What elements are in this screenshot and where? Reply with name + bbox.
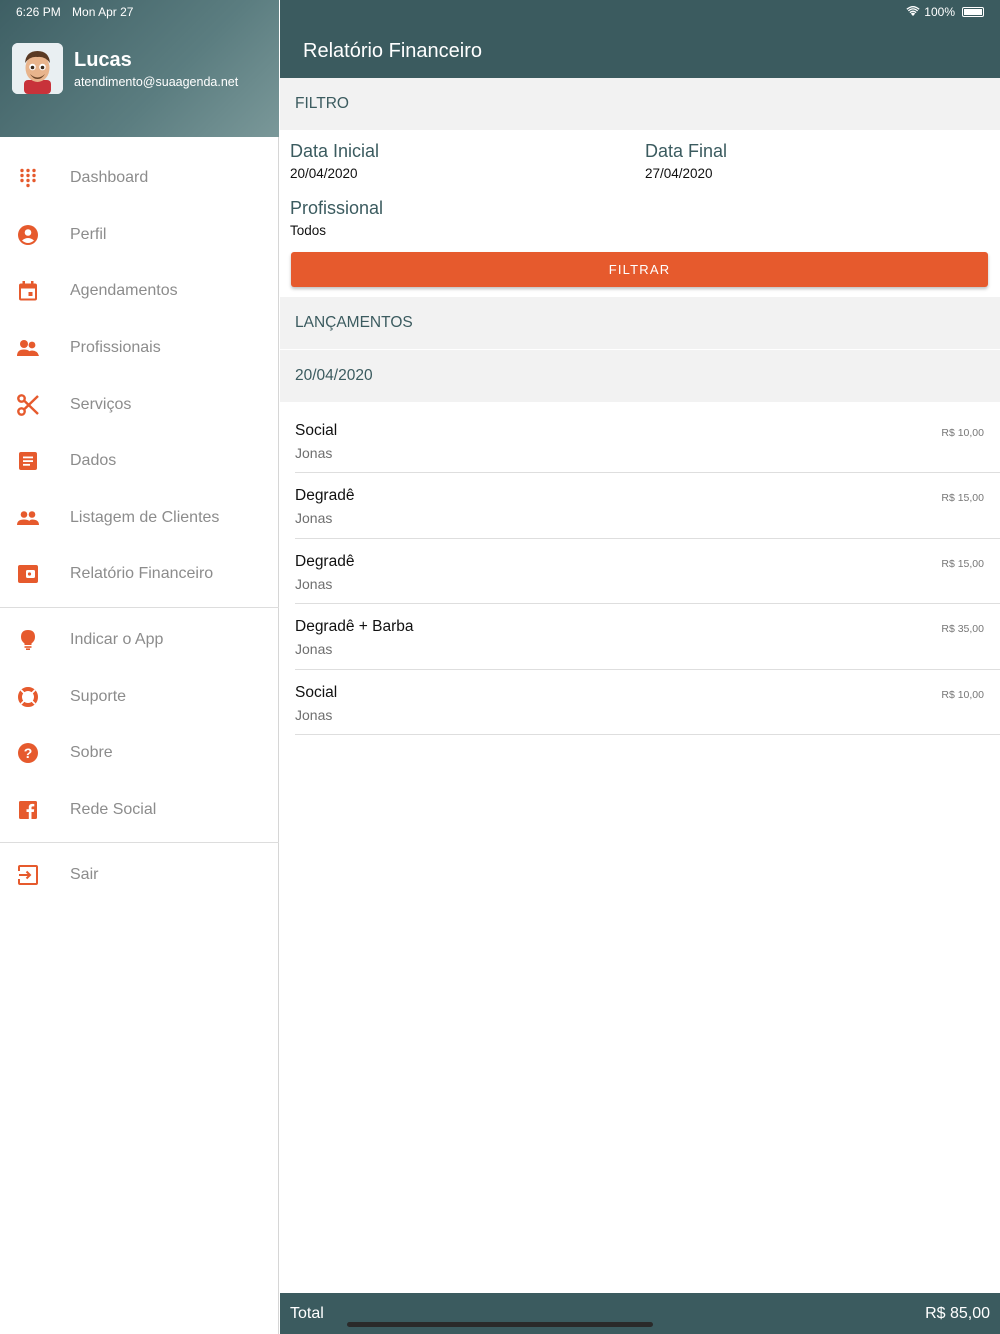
status-bar-right: 100% [906, 5, 984, 19]
service-name: Social [295, 422, 338, 439]
amount: R$ 35,00 [941, 623, 984, 636]
help-icon: ? [16, 741, 40, 765]
menu-label: Sobre [70, 744, 113, 762]
home-indicator[interactable] [347, 1322, 653, 1327]
menu-label: Dashboard [70, 169, 149, 187]
professional-name: Jonas [295, 641, 333, 658]
menu-label: Suporte [70, 687, 127, 705]
menu-item-agendamentos[interactable]: Agendamentos [0, 263, 279, 320]
menu-item-dashboard[interactable]: Dashboard [0, 150, 279, 207]
menu-item-servicos[interactable]: Serviços [0, 376, 279, 433]
menu-item-dados[interactable]: Dados [0, 433, 279, 490]
menu-label: Serviços [70, 395, 132, 413]
scissors-icon [16, 393, 40, 417]
status-bar-left: 6:26 PM Mon Apr 27 [16, 5, 141, 19]
menu-item-perfil[interactable]: Perfil [0, 207, 279, 264]
total-label: Total [290, 1305, 324, 1322]
professional-select[interactable]: Todos [290, 223, 326, 238]
list-item[interactable]: Degradê Jonas R$ 15,00 [295, 473, 1000, 539]
menu-label: Indicar o App [70, 631, 164, 649]
menu-label: Listagem de Clientes [70, 508, 220, 526]
start-date-label: Data Inicial [290, 141, 380, 161]
app-screen: 6:26 PM Mon Apr 27 Lucas atendimento@sua… [0, 0, 1000, 1334]
professional-name: Jonas [295, 575, 333, 592]
entries-list: Social Jonas R$ 10,00 Degradê Jonas R$ 1… [295, 408, 1000, 735]
wifi-icon [906, 5, 920, 19]
filter-button[interactable]: FILTRAR [291, 252, 988, 287]
amount: R$ 10,00 [941, 427, 984, 439]
menu-item-listagem-clientes[interactable]: Listagem de Clientes [0, 490, 279, 547]
financial-report-screen: 100% Relatório Financeiro FILTRO Data In… [280, 0, 1000, 1334]
entries-section-header: LANÇAMENTOS [280, 297, 1000, 349]
service-name: Degradê [295, 552, 355, 570]
menu-item-indicar-app[interactable]: Indicar o App [0, 612, 279, 669]
avatar[interactable] [12, 43, 63, 94]
menu-item-rede-social[interactable]: Rede Social [0, 782, 279, 839]
start-date-field[interactable]: 20/04/2020 [290, 166, 358, 181]
menu-label: Perfil [70, 225, 107, 243]
side-drawer: 6:26 PM Mon Apr 27 Lucas atendimento@sua… [0, 0, 279, 1334]
menu-label: Sair [70, 866, 99, 884]
menu-divider [0, 606, 279, 608]
menu-label: Agendamentos [70, 282, 178, 300]
user-name: Lucas [74, 49, 132, 71]
professional-name: Jonas [295, 706, 333, 723]
amount: R$ 15,00 [941, 557, 984, 570]
status-time: 6:26 PM [16, 5, 61, 19]
menu-divider [0, 842, 279, 844]
list-item[interactable]: Social Jonas R$ 10,00 [295, 408, 1000, 474]
amount: R$ 10,00 [941, 688, 984, 701]
menu-item-sair[interactable]: Sair [0, 847, 279, 904]
list-item[interactable]: Degradê + Barba Jonas R$ 35,00 [295, 604, 1000, 670]
menu-item-sobre[interactable]: ? Sobre [0, 725, 279, 782]
lifebuoy-icon [16, 685, 40, 709]
svg-text:?: ? [24, 745, 33, 761]
menu-label: Rede Social [70, 800, 157, 818]
menu-label: Relatório Financeiro [70, 565, 214, 583]
professionals-icon [16, 336, 40, 360]
menu-item-profissionais[interactable]: Profissionais [0, 320, 279, 377]
end-date-label: Data Final [645, 141, 728, 161]
facebook-icon [16, 798, 40, 822]
status-date: Mon Apr 27 [72, 5, 134, 19]
total-value: R$ 85,00 [925, 1305, 990, 1322]
people-icon [16, 506, 40, 530]
menu-item-suporte[interactable]: Suporte [0, 668, 279, 725]
dialpad-icon [16, 166, 40, 190]
service-name: Degradê [295, 487, 355, 505]
date-group-header: 20/04/2020 [280, 350, 1000, 402]
battery-icon [962, 7, 984, 17]
professional-label: Profissional [290, 198, 384, 218]
menu-label: Dados [70, 452, 117, 470]
drawer-menu: Dashboard Perfil Agendamentos Profission… [0, 150, 279, 904]
list-item[interactable]: Social Jonas R$ 10,00 [295, 670, 1000, 735]
service-name: Degradê + Barba [295, 618, 414, 636]
professional-name: Jonas [295, 510, 333, 527]
menu-item-relatorio-financeiro[interactable]: Relatório Financeiro [0, 546, 279, 603]
battery-percent: 100% [924, 5, 955, 19]
filter-section-header: FILTRO [280, 78, 1000, 130]
lightbulb-icon [16, 628, 40, 652]
list-item[interactable]: Degradê Jonas R$ 15,00 [295, 539, 1000, 605]
end-date-field[interactable]: 27/04/2020 [645, 166, 713, 181]
app-bar: 100% Relatório Financeiro [280, 0, 1000, 78]
exit-icon [16, 863, 40, 887]
document-icon [16, 449, 40, 473]
wallet-icon [16, 562, 40, 586]
account-circle-icon [16, 223, 40, 247]
service-name: Social [295, 683, 338, 701]
profile-header: 6:26 PM Mon Apr 27 Lucas atendimento@sua… [0, 0, 279, 137]
menu-label: Profissionais [70, 339, 161, 357]
calendar-icon [16, 279, 40, 303]
professional-name: Jonas [295, 445, 333, 461]
total-bar: Total R$ 85,00 [280, 1293, 1000, 1334]
amount: R$ 15,00 [941, 492, 984, 505]
user-email: atendimento@suaagenda.net [74, 75, 239, 89]
page-title: Relatório Financeiro [303, 40, 482, 62]
